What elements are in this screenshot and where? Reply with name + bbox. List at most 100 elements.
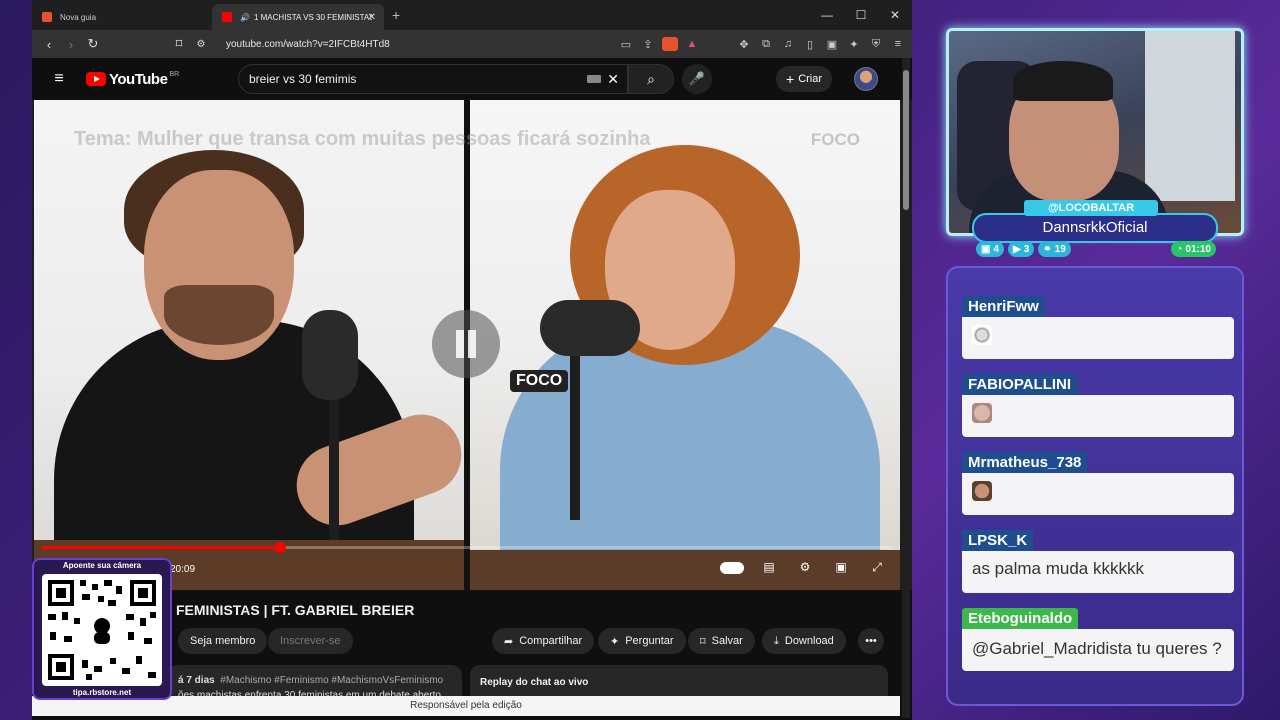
youtube-count-stat: ▶ 3 xyxy=(1008,241,1035,257)
chat-message: Eteboguinaldo @Gabriel_Madridista tu que… xyxy=(962,608,1234,671)
youtube-logo[interactable]: YouTube BR xyxy=(86,71,179,88)
keyboard-icon[interactable] xyxy=(587,75,601,83)
brave-rewards-icon[interactable]: ▲ xyxy=(684,38,700,50)
cat-emote-icon xyxy=(972,403,992,423)
download-icon: ⤓ xyxy=(774,634,779,647)
more-icon: ••• xyxy=(865,635,877,647)
share-icon[interactable]: ⇪ xyxy=(640,38,656,51)
wallet-icon[interactable]: ▣ xyxy=(824,38,840,51)
speaker-icon: 🔊 xyxy=(240,12,250,22)
progress-bar[interactable] xyxy=(42,542,892,553)
chat-username: HenriFww xyxy=(962,296,1045,317)
qr-donation-overlay: Apoente sua câmera tipa.rbstore.net xyxy=(32,558,172,700)
join-button[interactable]: Seja membro xyxy=(178,628,268,654)
bookmark-icon[interactable]: ⌑ xyxy=(168,36,190,52)
scrubber-handle[interactable] xyxy=(275,542,286,553)
share-arrow-icon: ➦ xyxy=(504,635,514,648)
download-button[interactable]: ⤓ Download xyxy=(762,628,846,654)
microphone-icon: 🎤 xyxy=(688,71,706,86)
menu-icon[interactable]: ≡ xyxy=(890,38,906,50)
back-icon[interactable]: ‹ xyxy=(38,37,60,52)
channel-name: DannsrkkOficial xyxy=(972,213,1218,243)
tab-label: 1 MACHISTA VS 30 FEMINISTAS | FT. xyxy=(253,12,372,22)
forward-icon[interactable]: › xyxy=(60,37,82,52)
tab-label: Nova guia xyxy=(60,12,97,22)
mic-brand-label: FOCO xyxy=(510,370,569,392)
qr-code xyxy=(42,574,162,686)
extensions-icon[interactable]: ✥ xyxy=(736,38,752,51)
chat-text: @Gabriel_Madridista tu queres ? xyxy=(962,629,1234,671)
chat-message: Mrmatheus_738 xyxy=(962,452,1234,515)
video-time: 20:09 xyxy=(170,564,196,575)
fullscreen-icon[interactable]: ⤢ xyxy=(866,560,888,575)
maximize-icon[interactable]: ☐ xyxy=(844,0,878,30)
settings-gear-icon[interactable]: ⚙ xyxy=(794,560,816,575)
voice-search-button[interactable]: 🎤 xyxy=(682,64,712,94)
video-title: FEMINISTAS | FT. GABRIEL BREIER xyxy=(176,602,415,618)
chat-message: HenriFww xyxy=(962,296,1234,359)
address-bar: ‹ › ↻ ⌑ ⚙ youtube.com/watch?v=2IFCBt4HTd… xyxy=(32,30,912,58)
chat-username: LPSK_K xyxy=(962,530,1034,551)
subtitles-icon[interactable]: ▤ xyxy=(758,560,780,575)
whatsapp-icon: ◔ xyxy=(1176,243,1183,255)
toolbar-icons: ▭ ⇪ ▲ ✥ ⧉ ♫ ▯ ▣ ✦ ⛨ ≡ xyxy=(618,30,906,58)
sidebar-icon[interactable]: ▯ xyxy=(802,38,818,51)
chat-username: FABIOPALLINI xyxy=(962,374,1078,395)
ask-button[interactable]: ✦ Perguntar xyxy=(598,628,686,654)
leo-ai-icon[interactable]: ✦ xyxy=(846,38,862,51)
video-right-panel: FOCO xyxy=(470,100,900,590)
share-button[interactable]: ➦ Compartilhar xyxy=(492,628,595,654)
tab-new-tab[interactable]: Nova guia xyxy=(32,4,212,30)
stream-timer: ◔ 01:10 xyxy=(1171,241,1216,257)
video-theme-caption: Tema: Mulher que transa com muitas pesso… xyxy=(74,128,651,150)
url-field[interactable]: youtube.com/watch?v=2IFCBt4HTd8 xyxy=(226,39,390,50)
video-player[interactable]: FOCO Tema: Mulher que transa com muitas … xyxy=(34,100,900,590)
miniplayer-icon[interactable]: ▣ xyxy=(830,560,852,575)
brave-icon xyxy=(42,12,52,22)
more-actions-button[interactable]: ••• xyxy=(858,628,884,654)
create-button[interactable]: + Criar xyxy=(776,66,833,92)
youtube-header: ≡ YouTube BR breier vs 30 femimis ✕ ⌕ 🎤 … xyxy=(32,58,912,100)
screenshot-icon[interactable]: ⧉ xyxy=(758,38,774,51)
autoplay-toggle[interactable] xyxy=(720,562,744,574)
search-button[interactable]: ⌕ xyxy=(628,64,674,94)
vpn-icon[interactable]: ⛨ xyxy=(868,38,884,51)
new-tab-button[interactable]: + xyxy=(392,7,400,23)
minimize-icon[interactable]: — xyxy=(810,0,844,30)
qr-caption-top: Apoente sua câmera xyxy=(62,561,142,570)
link-icon: ⚭ xyxy=(1043,243,1052,255)
search-icon: ⌕ xyxy=(647,71,655,87)
save-button[interactable]: ⌑ Salvar xyxy=(688,628,755,654)
music-icon[interactable]: ♫ xyxy=(780,38,796,50)
page-scrollbar[interactable] xyxy=(902,58,910,718)
search-input[interactable]: breier vs 30 femimis ✕ xyxy=(238,64,628,94)
player-controls: ▤ ⚙ ▣ ⤢ xyxy=(720,560,888,575)
tab-youtube-video[interactable]: 🔊 1 MACHISTA VS 30 FEMINISTAS | FT. ✕ xyxy=(212,4,384,30)
chat-message: LPSK_K as palma muda kkkkkk xyxy=(962,530,1234,593)
site-settings-icon[interactable]: ⚙ xyxy=(190,39,212,50)
youtube-favicon-icon xyxy=(222,12,232,22)
video-left-panel xyxy=(34,100,464,590)
brand-watermark: FOCO xyxy=(810,130,860,149)
account-avatar[interactable] xyxy=(854,67,878,91)
tab-close-icon[interactable]: ✕ xyxy=(368,12,376,23)
chat-message: FABIOPALLINI xyxy=(962,374,1234,437)
youtube-play-icon xyxy=(86,72,106,86)
plus-icon: + xyxy=(786,71,795,87)
close-window-icon[interactable]: ✕ xyxy=(878,0,912,30)
face-emote-icon xyxy=(972,325,992,345)
brave-shields-icon[interactable] xyxy=(662,37,678,51)
clear-search-icon[interactable]: ✕ xyxy=(607,71,619,88)
pause-icon[interactable] xyxy=(432,310,500,378)
hamburger-menu-icon[interactable]: ≡ xyxy=(32,70,86,88)
stream-stats: ▣ 4 ▶ 3 ⚭ 19 ◔ 01:10 xyxy=(976,241,1216,259)
sparkle-icon: ✦ xyxy=(610,635,620,648)
streamer-namecard: DannsrkkOficial @LOCOBALTAR ▣ 4 ▶ 3 ⚭ 19 ◔ 0… xyxy=(972,200,1218,260)
streamer-handle: @LOCOBALTAR xyxy=(1024,200,1158,216)
reload-icon[interactable]: ↻ xyxy=(82,36,104,52)
qr-caption-bottom: tipa.rbstore.net xyxy=(72,688,132,697)
chat-username: Mrmatheus_738 xyxy=(962,452,1088,473)
live-chat-overlay: HenriFww FABIOPALLINI Mrmatheus_738 LPSK… xyxy=(946,266,1244,706)
cast-icon[interactable]: ▭ xyxy=(618,38,634,51)
subscribe-button[interactable]: Inscrever-se xyxy=(268,628,353,654)
